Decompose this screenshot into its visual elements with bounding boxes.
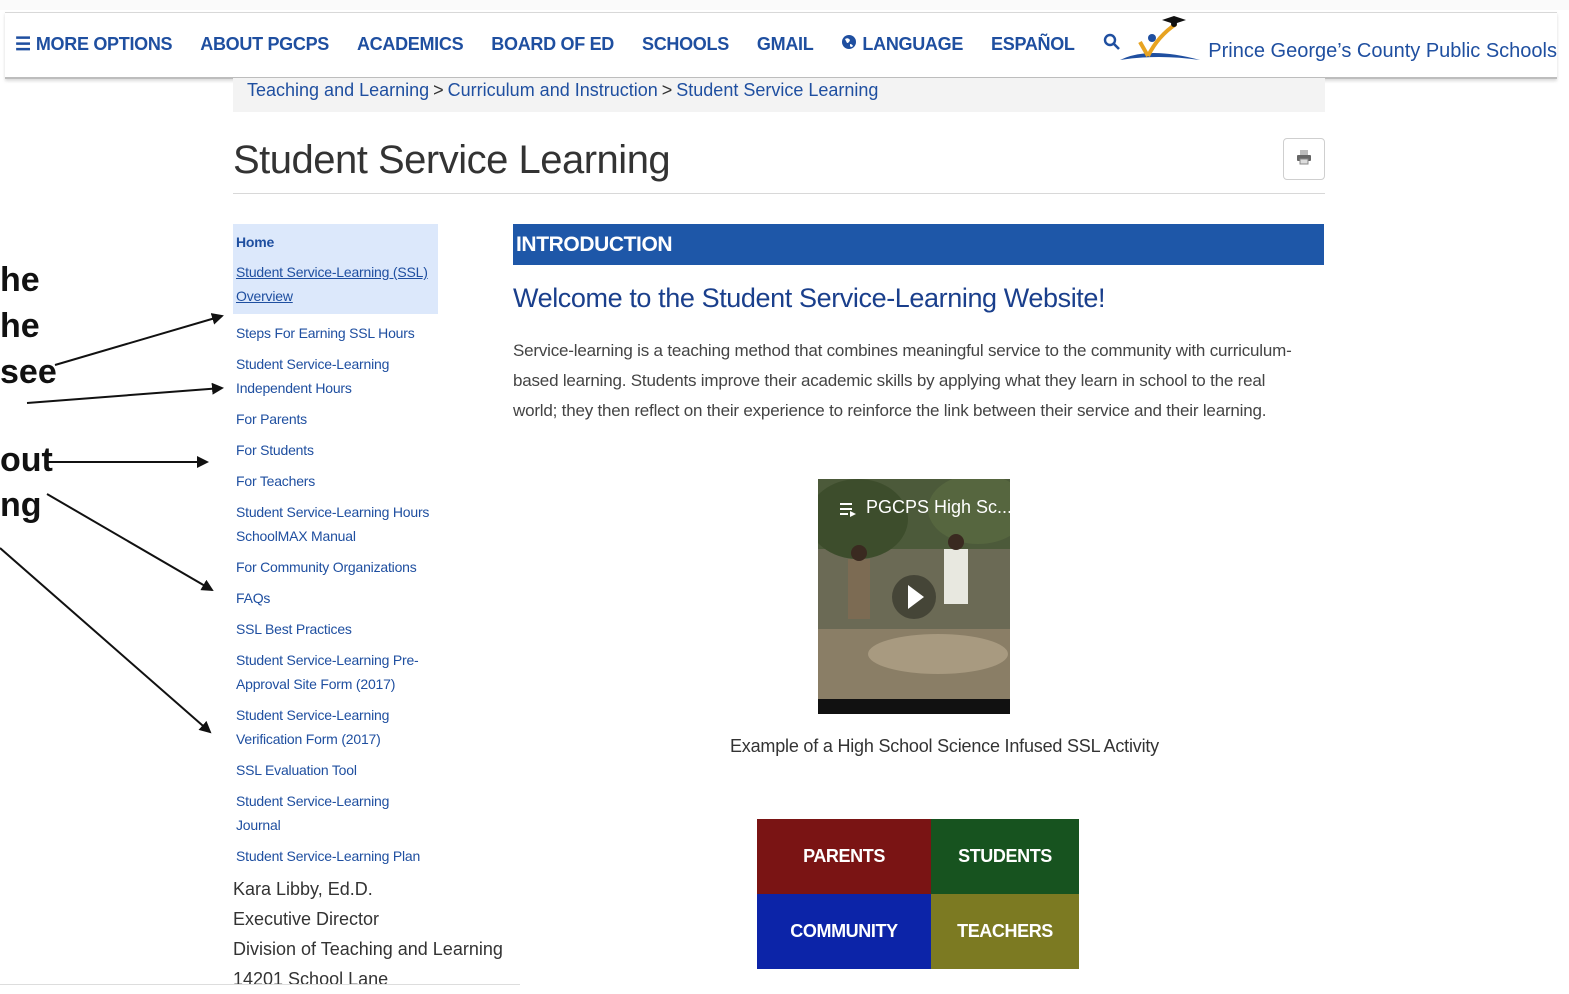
video-title: PGCPS High Sc... — [866, 497, 1010, 517]
sidebar-item-overview[interactable]: Student Service-Learning (SSL) Overview — [236, 260, 435, 308]
nav-more-options-label: MORE OPTIONS — [35, 34, 173, 54]
sidebar-item-verification-form[interactable]: Student Service-Learning Verification Fo… — [233, 703, 438, 751]
annotation-arrow-faqs — [46, 493, 214, 592]
nav-academics[interactable]: ACADEMICS — [357, 34, 464, 55]
menu-icon: ☰ — [15, 34, 31, 54]
page-title: Student Service Learning — [233, 138, 671, 182]
sidebar-item-parents[interactable]: For Parents — [233, 407, 438, 431]
students-tile[interactable]: STUDENTS — [931, 819, 1079, 894]
nav-language-label: LANGUAGE — [862, 34, 964, 54]
contact-block: Kara Libby, Ed.D. Executive Director Div… — [233, 874, 503, 994]
contact-address: 14201 School Lane — [233, 969, 389, 989]
annotation-text-2: he — [0, 307, 40, 345]
contact-division: Division of Teaching and Learning — [233, 939, 503, 959]
annotation-arrow-steps — [54, 313, 224, 366]
printer-icon — [1296, 149, 1312, 170]
breadcrumb-curriculum[interactable]: Curriculum and Instruction — [448, 80, 658, 100]
annotation-arrow-independent — [26, 382, 224, 404]
audience-tiles: PARENTS STUDENTS COMMUNITY TEACHERS — [757, 819, 1079, 969]
browser-top-strip — [0, 0, 1569, 10]
video-caption: Example of a High School Science Infused… — [730, 736, 1159, 756]
sidebar-list: Steps For Earning SSL Hours Student Serv… — [233, 321, 438, 868]
breadcrumb-current[interactable]: Student Service Learning — [676, 80, 878, 100]
sidebar-item-independent-hours[interactable]: Student Service-Learning Independent Hou… — [233, 352, 438, 400]
breadcrumb-separator: > — [661, 80, 673, 100]
sidebar-item-students[interactable]: For Students — [233, 438, 438, 462]
sidebar-item-plan[interactable]: Student Service-Learning Plan — [233, 844, 438, 868]
nav-board-of-ed[interactable]: BOARD OF ED — [491, 34, 614, 55]
brand-logo-link[interactable]: Prince George’s County Public Schools — [1118, 16, 1557, 69]
footer-divider — [0, 984, 520, 985]
sidebar-item-best-practices[interactable]: SSL Best Practices — [233, 617, 438, 641]
breadcrumb-separator: > — [433, 80, 444, 100]
intro-section-header: INTRODUCTION — [513, 224, 1324, 265]
intro-paragraph: Service-learning is a teaching method th… — [513, 341, 1292, 420]
brand-name: Prince George’s County Public Schools — [1208, 40, 1557, 62]
annotation-text-3: see — [0, 353, 57, 391]
sidebar-item-evaluation-tool[interactable]: SSL Evaluation Tool — [233, 758, 438, 782]
nav-gmail[interactable]: GMAIL — [757, 34, 814, 55]
video-player[interactable]: PGCPS High Sc... — [818, 479, 1010, 714]
globe-icon — [841, 34, 857, 55]
nav-schools[interactable]: SCHOOLS — [642, 34, 729, 55]
nav-language[interactable]: LANGUAGE — [841, 34, 963, 55]
breadcrumb-teaching-learning[interactable]: Teaching and Learning — [247, 80, 429, 100]
sidebar-item-teachers[interactable]: For Teachers — [233, 469, 438, 493]
nav-espanol[interactable]: ESPAÑOL — [991, 34, 1075, 55]
welcome-heading: Welcome to the Student Service-Learning … — [513, 283, 1106, 313]
contact-name: Kara Libby, Ed.D. — [233, 879, 373, 899]
nav-more-options[interactable]: ☰ MORE OPTIONS — [15, 34, 173, 55]
sidebar-item-faqs[interactable]: FAQs — [233, 586, 438, 610]
main-nav: ☰ MORE OPTIONS ABOUT PGCPS ACADEMICS BOA… — [15, 33, 1149, 56]
sidebar-nav: Home Student Service-Learning (SSL) Over… — [233, 224, 438, 868]
graduate-logo-icon — [1118, 16, 1202, 69]
annotation-text-5: ng — [0, 486, 42, 524]
breadcrumb: Teaching and Learning > Curriculum and Ins… — [233, 78, 1325, 112]
annotation-arrow-forms — [0, 547, 212, 734]
title-divider — [233, 193, 1325, 194]
teachers-tile[interactable]: TEACHERS — [931, 894, 1079, 969]
parents-tile[interactable]: PARENTS — [757, 819, 931, 894]
sidebar-item-home[interactable]: Home — [236, 230, 435, 254]
sidebar-item-steps[interactable]: Steps For Earning SSL Hours — [233, 321, 438, 345]
community-tile[interactable]: COMMUNITY — [757, 894, 931, 969]
sidebar-item-pre-approval-form[interactable]: Student Service-Learning Pre-Approval Si… — [233, 648, 438, 696]
sidebar-item-journal[interactable]: Student Service-Learning Journal — [233, 789, 438, 837]
sidebar-item-community-orgs[interactable]: For Community Organizations — [233, 555, 438, 579]
nav-about[interactable]: ABOUT PGCPS — [200, 34, 329, 55]
sidebar-active-group: Home Student Service-Learning (SSL) Over… — [233, 224, 438, 314]
top-navigation-bar: ☰ MORE OPTIONS ABOUT PGCPS ACADEMICS BOA… — [5, 12, 1557, 79]
annotation-text-1: he — [0, 261, 40, 299]
sidebar-item-schoolmax-manual[interactable]: Student Service-Learning Hours SchoolMAX… — [233, 500, 438, 548]
contact-role: Executive Director — [233, 909, 380, 929]
annotation-text-4: out — [0, 441, 53, 479]
print-button[interactable] — [1283, 138, 1325, 180]
